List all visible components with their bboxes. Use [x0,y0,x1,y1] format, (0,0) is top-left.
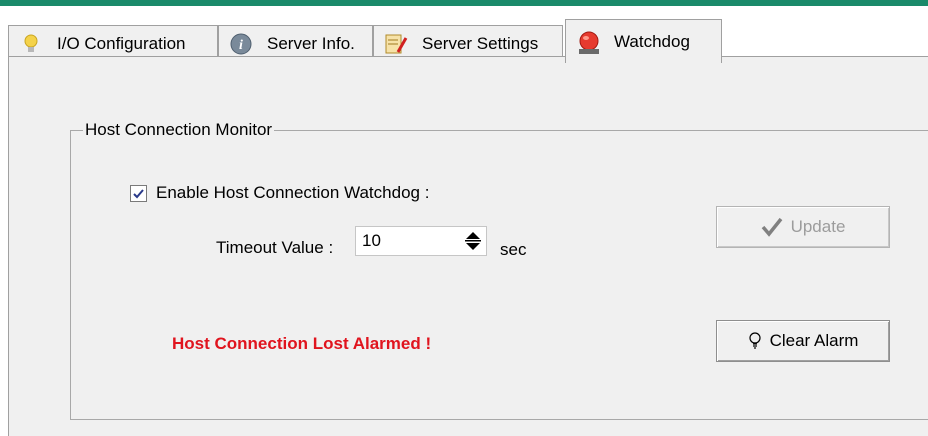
alarm-status-text: Host Connection Lost Alarmed ! [172,334,432,353]
lightbulb-icon [19,32,43,56]
group-title: Host Connection Monitor [83,120,275,140]
tab-label: Watchdog [614,31,690,51]
tab-watchdog[interactable]: Watchdog [565,19,722,63]
timeout-label: Timeout Value : [216,238,334,257]
info-icon: i [229,32,253,56]
host-connection-monitor-group [70,130,928,420]
spin-arrows-icon[interactable] [462,230,484,252]
clear-alarm-button-label: Clear Alarm [769,331,859,350]
enable-watchdog-label: Enable Host Connection Watchdog : [156,183,430,202]
tab-label: I/O Configuration [57,33,186,53]
timeout-unit-label: sec [500,240,527,259]
update-button[interactable]: Update [716,206,890,248]
timeout-spinbox[interactable]: 10 [355,226,487,256]
update-button-label: Update [790,217,846,236]
clear-alarm-button[interactable]: Clear Alarm [716,320,890,362]
tab-strip: I/O Configuration i Server Info. Server … [0,6,928,63]
timeout-value: 10 [362,231,381,250]
tab-label: Server Info. [267,33,355,53]
svg-text:i: i [239,38,243,53]
tab-label: Server Settings [422,33,539,53]
checkmark-icon [761,217,783,237]
alarm-light-icon [576,30,600,54]
enable-watchdog-checkbox[interactable] [130,185,147,202]
settings-icon [384,32,408,56]
lightbulb-icon [748,332,762,350]
checkmark-icon [133,189,144,199]
